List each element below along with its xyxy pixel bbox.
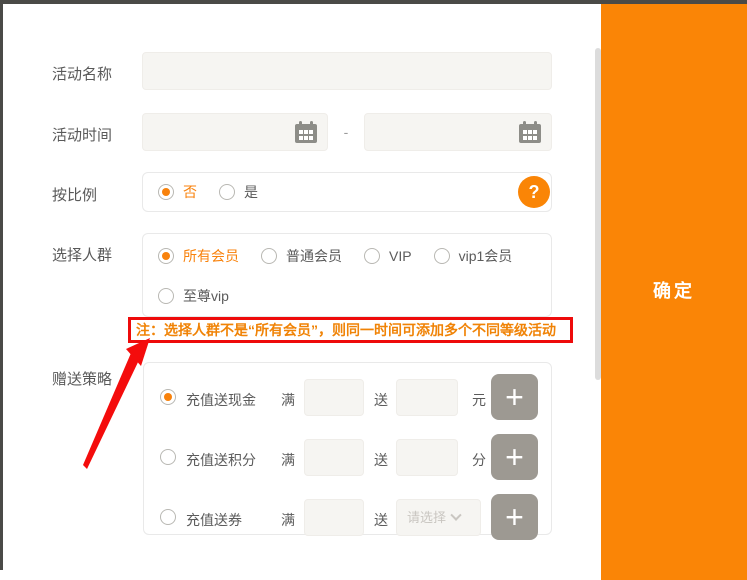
add-rule-button[interactable]: + [491, 374, 538, 420]
threshold-prefix: 满 [281, 390, 295, 410]
audience-group: 所有会员 普通会员 VIP vip1会员 至尊vip [142, 233, 552, 317]
activity-name-input[interactable] [143, 53, 551, 89]
coupon-select-placeholder: 请选择 [407, 510, 446, 525]
activity-name-input-wrap [142, 52, 552, 90]
threshold-amount-input[interactable] [305, 500, 363, 535]
radio-no-label[interactable]: 否 [183, 182, 197, 202]
window-top-edge [0, 0, 747, 4]
strategy-label: 赠送策略 [52, 368, 112, 389]
start-date-input[interactable] [142, 113, 328, 151]
threshold-amount-input[interactable] [305, 380, 363, 415]
confirm-button[interactable]: 确定 [601, 277, 747, 303]
strategy-row-points: 充值送积分 满 送 分 + [144, 434, 551, 480]
gift-prefix: 送 [374, 390, 388, 410]
radio-recharge-cash[interactable] [160, 389, 176, 405]
radio-normal-members-label[interactable]: 普通会员 [286, 246, 342, 266]
strategy-option-label[interactable]: 充值送积分 [186, 450, 256, 470]
gift-amount-input[interactable] [397, 440, 457, 475]
threshold-amount-wrap [304, 379, 364, 416]
threshold-amount-wrap [304, 499, 364, 536]
radio-yes[interactable] [219, 184, 235, 200]
strategy-row-cash: 充值送现金 满 送 元 + [144, 374, 551, 420]
radio-vip1[interactable] [434, 248, 450, 264]
gift-prefix: 送 [374, 450, 388, 470]
activity-name-label: 活动名称 [52, 63, 112, 84]
strategy-group: 充值送现金 满 送 元 + 充值送积分 满 送 分 + [143, 362, 552, 535]
threshold-prefix: 满 [281, 510, 295, 530]
radio-yes-label[interactable]: 是 [244, 182, 258, 202]
radio-vip-label[interactable]: VIP [389, 248, 412, 264]
coupon-select[interactable]: 请选择 [396, 499, 481, 536]
chevron-down-icon [450, 510, 461, 521]
date-range-separator: - [334, 113, 358, 151]
unit-label: 元 [472, 390, 486, 410]
activity-time-label: 活动时间 [52, 124, 112, 145]
gift-amount-wrap [396, 439, 458, 476]
strategy-option-label[interactable]: 充值送现金 [186, 390, 256, 410]
end-date-input[interactable] [364, 113, 552, 151]
gift-amount-wrap [396, 379, 458, 416]
radio-recharge-coupon[interactable] [160, 509, 176, 525]
side-panel: 确定 [601, 4, 747, 580]
gift-amount-input[interactable] [397, 380, 457, 415]
radio-normal-members[interactable] [261, 248, 277, 264]
radio-all-members[interactable] [158, 248, 174, 264]
threshold-amount-wrap [304, 439, 364, 476]
help-icon[interactable]: ? [518, 176, 550, 208]
radio-vip[interactable] [364, 248, 380, 264]
radio-supreme-vip-label[interactable]: 至尊vip [183, 286, 229, 306]
window-left-edge [0, 0, 3, 570]
strategy-option-label[interactable]: 充值送券 [186, 510, 242, 530]
threshold-prefix: 满 [281, 450, 295, 470]
radio-no[interactable] [158, 184, 174, 200]
radio-recharge-points[interactable] [160, 449, 176, 465]
radio-all-members-label[interactable]: 所有会员 [183, 246, 239, 266]
unit-label: 分 [472, 450, 486, 470]
add-rule-button[interactable]: + [491, 434, 538, 480]
gift-prefix: 送 [374, 510, 388, 530]
by-ratio-group: 否 是 ? [142, 172, 552, 212]
strategy-row-coupon: 充值送券 满 送 请选择 + [144, 494, 551, 540]
radio-vip1-label[interactable]: vip1会员 [459, 246, 513, 266]
audience-label: 选择人群 [52, 244, 112, 265]
threshold-amount-input[interactable] [305, 440, 363, 475]
add-rule-button[interactable]: + [491, 494, 538, 540]
by-ratio-label: 按比例 [52, 184, 97, 205]
recharge-activity-form: 活动名称 活动时间 - 按比例 否 是 ? 选择人群 [0, 0, 747, 580]
calendar-icon [518, 121, 542, 144]
radio-supreme-vip[interactable] [158, 288, 174, 304]
annotation-note: 注：选择人群不是“所有会员”，则同一时间可添加多个不同等级活动 [128, 317, 573, 343]
calendar-icon [294, 121, 318, 144]
